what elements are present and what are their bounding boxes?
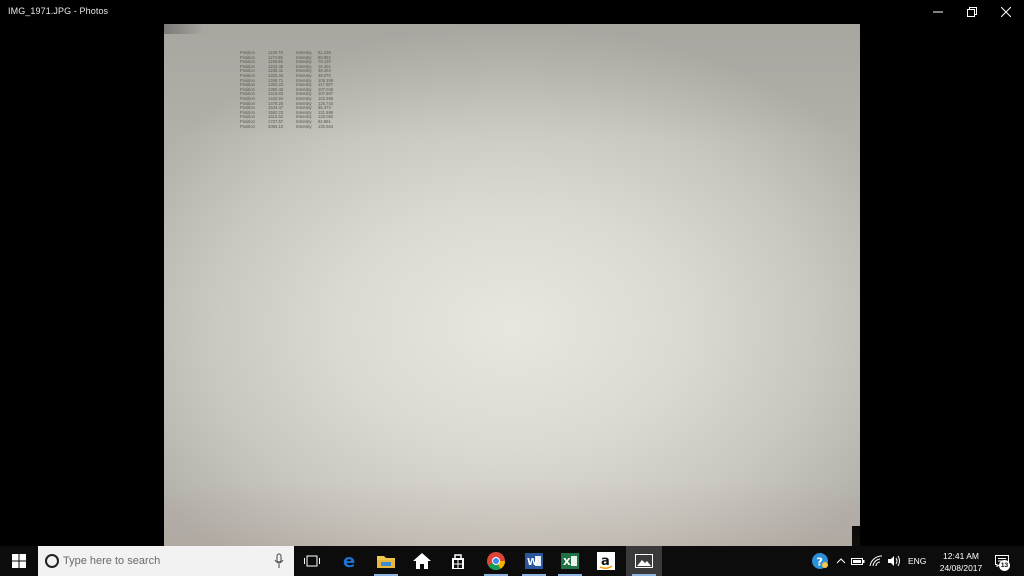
taskbar-app-store[interactable] bbox=[440, 546, 476, 576]
volume-tray-button[interactable] bbox=[886, 546, 904, 576]
minimize-button[interactable] bbox=[921, 0, 955, 24]
reading-metric: Intensity bbox=[296, 123, 312, 129]
edge-icon: e bbox=[343, 552, 355, 570]
cortana-icon bbox=[45, 554, 59, 568]
restore-button[interactable] bbox=[955, 0, 989, 24]
windows-logo-icon bbox=[12, 554, 26, 568]
home-icon bbox=[413, 553, 431, 569]
photo-printed-readings: Position 1149.76 Intensity 51.236 Position 11… bbox=[240, 50, 348, 130]
taskbar-app-amazon[interactable]: a bbox=[588, 546, 624, 576]
title-bar: IMG_1971.JPG - Photos bbox=[0, 0, 1024, 24]
volume-icon bbox=[888, 555, 900, 567]
window-title: IMG_1971.JPG - Photos bbox=[8, 6, 109, 16]
search-box[interactable]: Type here to search bbox=[38, 546, 294, 576]
svg-text:X: X bbox=[563, 557, 571, 568]
taskbar-app-chrome[interactable] bbox=[478, 546, 514, 576]
photo-image[interactable]: Position 1149.76 Intensity 51.236 Position 11… bbox=[164, 24, 860, 546]
excel-icon: X bbox=[561, 553, 579, 569]
svg-text:a: a bbox=[601, 554, 610, 569]
start-button[interactable] bbox=[0, 546, 38, 576]
minimize-icon bbox=[933, 11, 943, 13]
help-icon: ? bbox=[812, 553, 828, 569]
taskbar-app-photos[interactable] bbox=[626, 546, 662, 576]
taskbar-app-edge[interactable]: e bbox=[332, 546, 368, 576]
photo-viewer[interactable]: Position 1149.76 Intensity 51.236 Position 11… bbox=[0, 24, 1024, 546]
chevron-up-icon bbox=[836, 558, 846, 564]
help-tray-button[interactable]: ? bbox=[810, 546, 830, 576]
search-placeholder: Type here to search bbox=[63, 555, 161, 567]
svg-text:W: W bbox=[527, 557, 538, 568]
folder-icon bbox=[377, 556, 395, 568]
amazon-icon: a bbox=[597, 552, 615, 570]
wifi-icon bbox=[869, 555, 883, 567]
reading-value: 130.564 bbox=[318, 123, 334, 129]
language-indicator[interactable]: ENG bbox=[908, 556, 926, 566]
reading-label: Position bbox=[240, 123, 255, 129]
photo-shadow bbox=[164, 24, 204, 34]
close-icon bbox=[1001, 7, 1011, 17]
network-tray-button[interactable] bbox=[868, 546, 884, 576]
taskbar-app-file-explorer[interactable] bbox=[368, 546, 404, 576]
taskbar-app-excel[interactable]: X bbox=[552, 546, 588, 576]
reading-row: Position 2093.10 Intensity 130.564 bbox=[240, 123, 348, 130]
microphone-icon[interactable] bbox=[274, 553, 284, 569]
store-icon bbox=[452, 554, 464, 569]
restore-icon bbox=[967, 7, 977, 17]
photo-edge bbox=[852, 526, 860, 546]
close-button[interactable] bbox=[989, 0, 1023, 24]
taskbar: Type here to search e W X a ? ENG 12:41 … bbox=[0, 546, 1024, 576]
show-hidden-icons-button[interactable] bbox=[834, 546, 848, 576]
notification-count-badge: 13 bbox=[999, 560, 1010, 571]
task-view-icon bbox=[304, 555, 320, 567]
photos-icon bbox=[635, 554, 653, 568]
svg-text:?: ? bbox=[817, 556, 823, 569]
word-icon: W bbox=[525, 553, 543, 569]
chrome-icon bbox=[487, 552, 505, 570]
task-view-button[interactable] bbox=[296, 546, 328, 576]
battery-tray-button[interactable] bbox=[850, 546, 866, 576]
taskbar-app-home[interactable] bbox=[404, 546, 440, 576]
battery-icon bbox=[851, 558, 865, 565]
clock-time[interactable]: 12:41 AM bbox=[936, 551, 986, 561]
clock-date[interactable]: 24/08/2017 bbox=[932, 563, 990, 573]
svg-text:e: e bbox=[343, 552, 355, 570]
taskbar-app-word[interactable]: W bbox=[516, 546, 552, 576]
reading-position: 2093.10 bbox=[268, 123, 284, 129]
